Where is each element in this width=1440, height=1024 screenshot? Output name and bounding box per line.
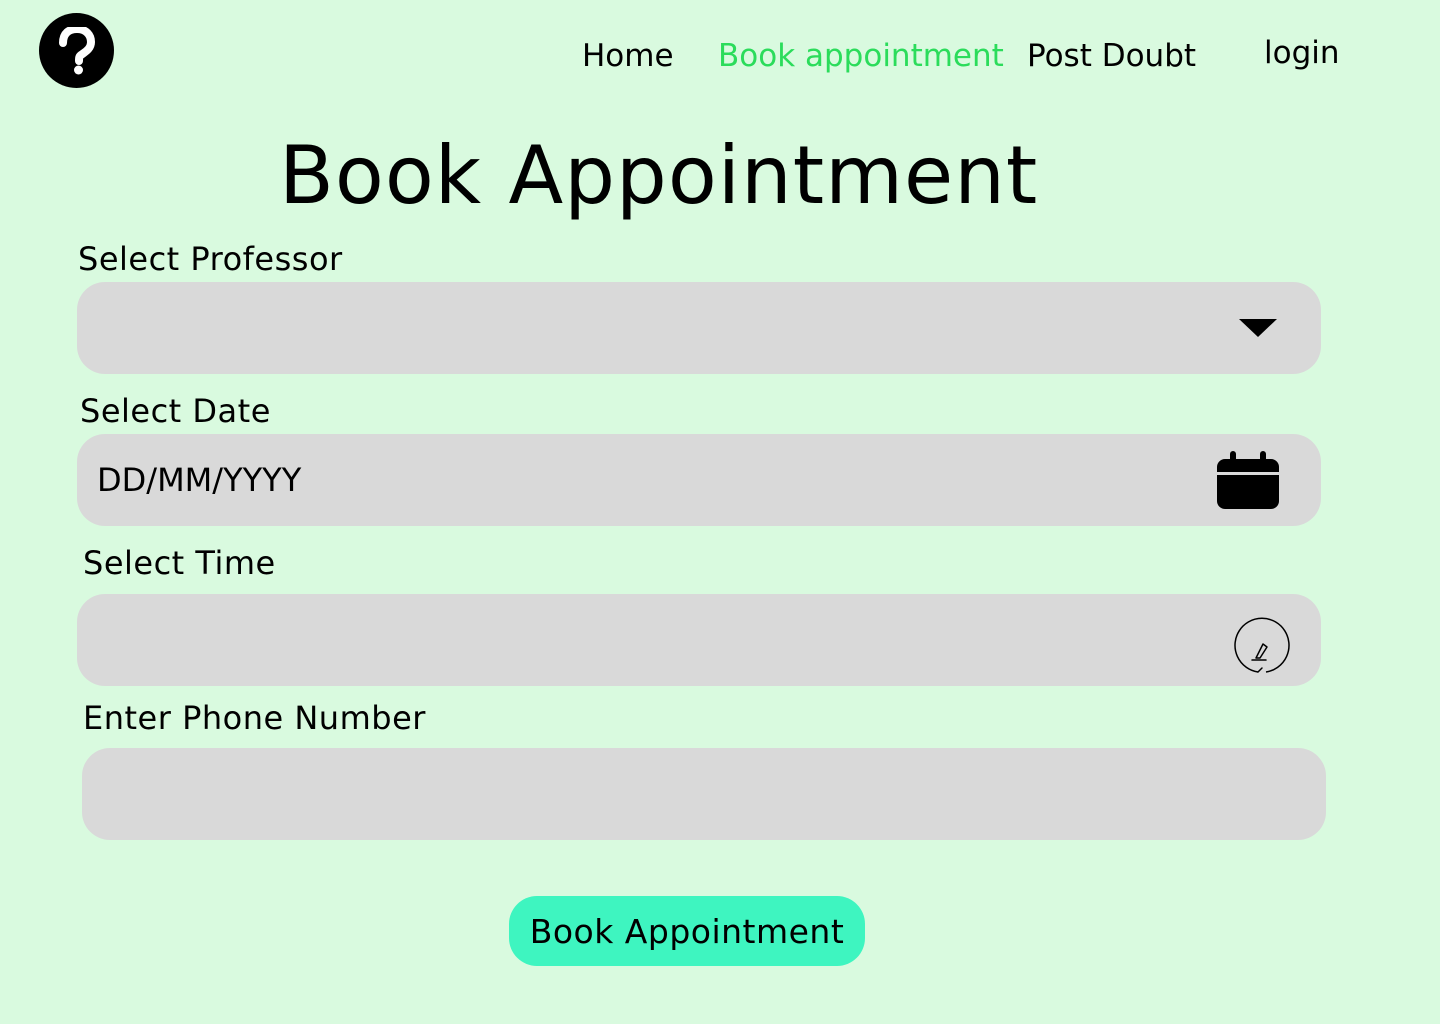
phone-label: Enter Phone Number [83,699,426,737]
date-field-wrapper [77,434,1321,526]
time-field-wrapper [77,594,1321,686]
book-appointment-button[interactable]: Book Appointment [509,896,865,966]
nav-post-doubt-link[interactable]: Post Doubt [1027,41,1196,72]
nav-home-link[interactable]: Home [582,41,674,72]
professor-label: Select Professor [78,240,343,278]
phone-field-wrapper [82,748,1326,840]
date-input[interactable] [77,434,1321,526]
professor-select[interactable] [77,282,1321,374]
nav-book-appointment-link[interactable]: Book appointment [718,41,1004,72]
date-label: Select Date [80,392,271,430]
clock-icon[interactable] [1232,616,1292,676]
logo[interactable] [39,13,114,88]
calendar-icon[interactable] [1217,451,1279,509]
chevron-down-icon[interactable] [1239,319,1277,337]
page-title: Book Appointment [279,129,1039,222]
nav-login-link[interactable]: login [1264,38,1340,69]
phone-input[interactable] [82,748,1326,840]
question-mark-icon [58,26,95,74]
time-input[interactable] [77,594,1321,686]
time-label: Select Time [83,544,276,582]
